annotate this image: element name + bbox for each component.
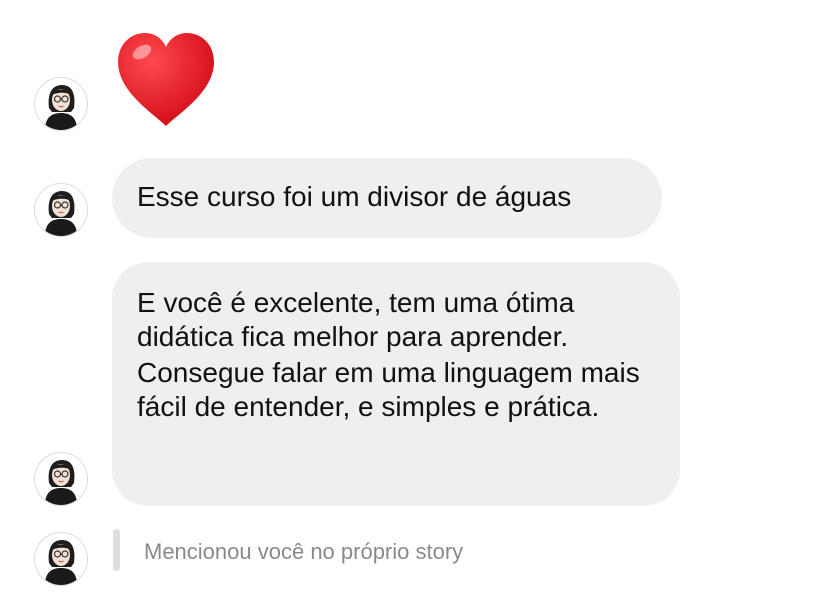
message-bubble[interactable]: E você é excelente, tem uma ótima didáti… [112,262,680,506]
message-text: Consegue falar em uma linguagem mais fác… [137,357,640,422]
story-mention-text[interactable]: Mencionou você no próprio story [144,539,463,565]
message-bubble[interactable]: Esse curso foi um divisor de águas [112,158,662,238]
avatar-illustration-icon [35,78,87,130]
message-text: Esse curso foi um divisor de águas [137,181,572,212]
avatar-illustration-icon [35,533,87,585]
heart-emoji-icon [114,30,218,130]
avatar[interactable] [34,532,88,586]
avatar[interactable] [34,77,88,131]
avatar[interactable] [34,452,88,506]
story-reply-bar [113,529,120,571]
avatar-illustration-icon [35,184,87,236]
avatar[interactable] [34,183,88,237]
avatar-illustration-icon [35,453,87,505]
message-text: E você é excelente, tem uma ótima didáti… [137,287,575,352]
